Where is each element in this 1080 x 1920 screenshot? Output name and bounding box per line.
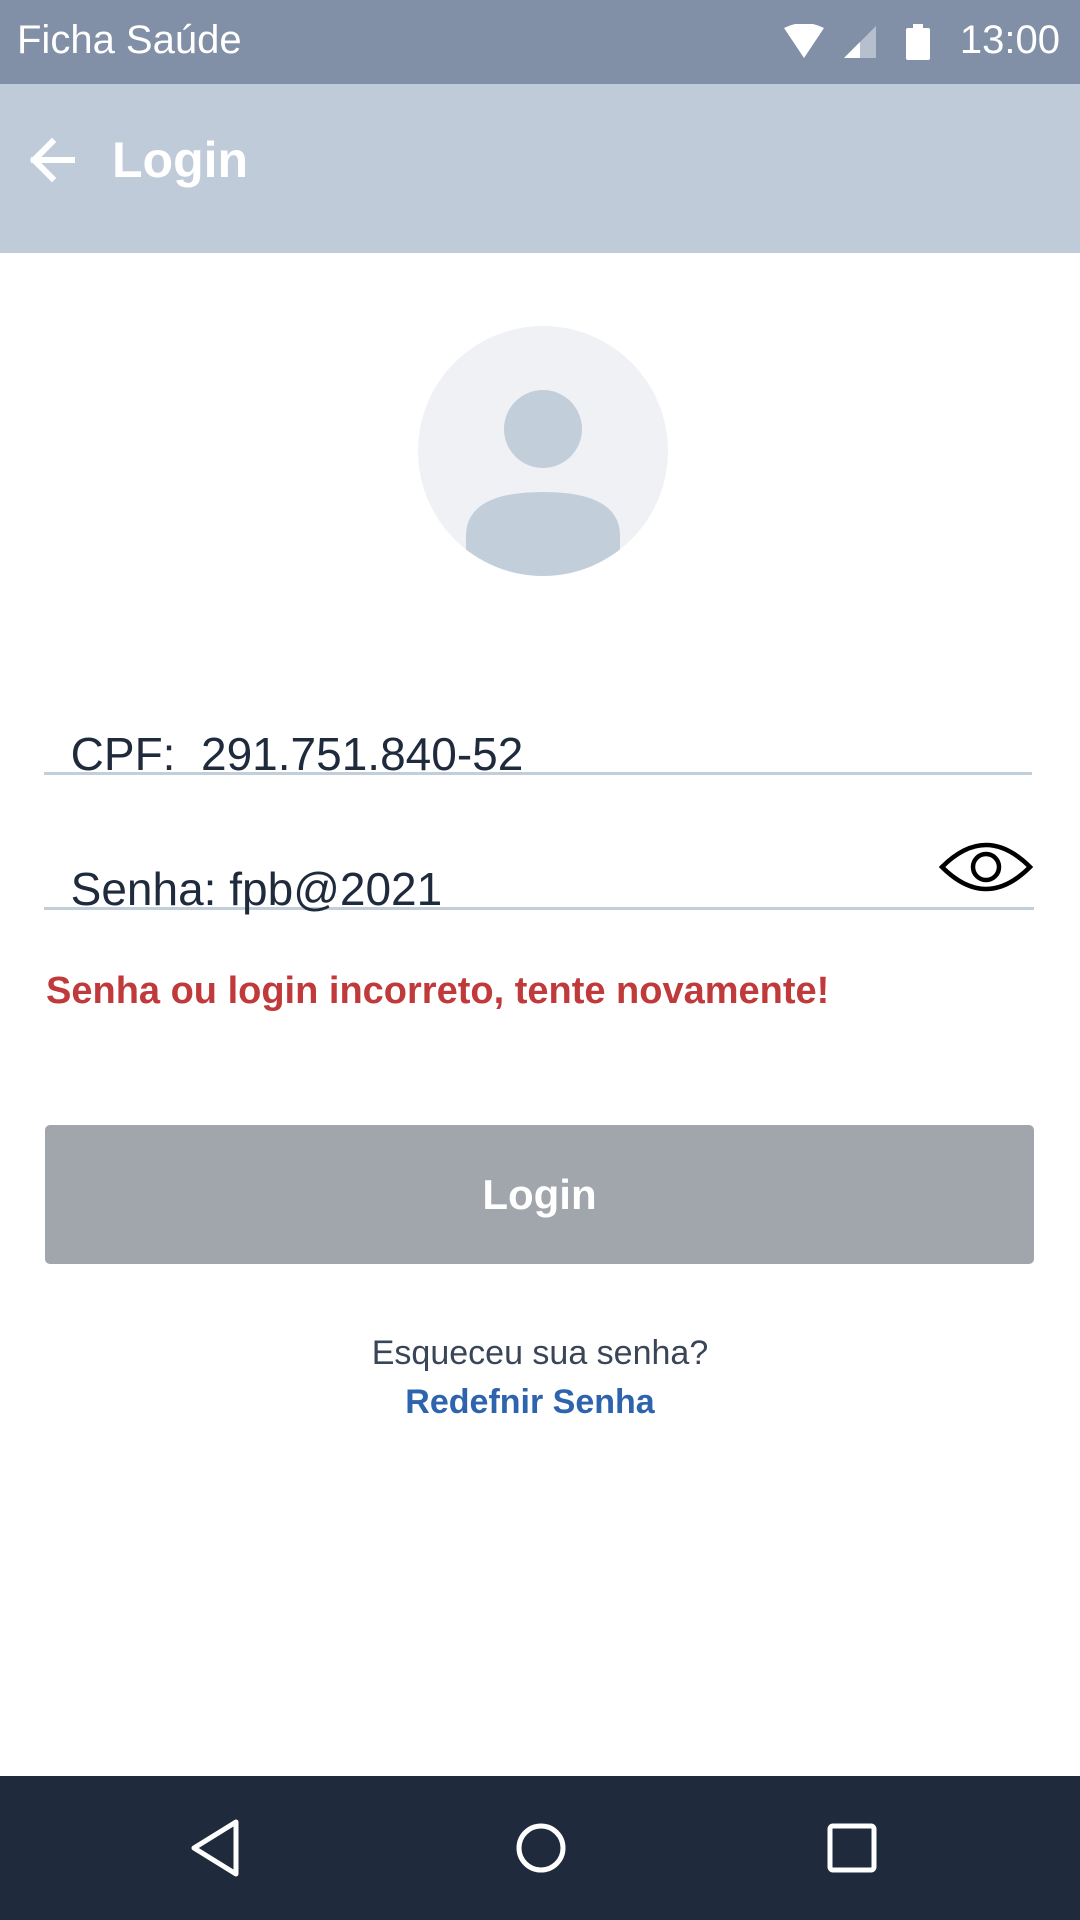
password-spacer: [216, 853, 229, 925]
error-message: Senha ou login incorreto, tente novament…: [46, 970, 830, 1012]
cpf-input-value[interactable]: 291.751.840-52: [201, 718, 523, 790]
wifi-icon: [784, 24, 824, 58]
avatar: [418, 326, 668, 576]
arrow-left-icon[interactable]: [24, 130, 84, 190]
password-label: Senha:: [70, 863, 217, 915]
page-title: Login: [112, 132, 249, 188]
nav-recents-icon[interactable]: [820, 1816, 884, 1880]
eye-icon[interactable]: [938, 837, 1034, 897]
status-time: 13:00: [959, 18, 1060, 62]
signal-icon: [844, 26, 876, 58]
nav-home-icon[interactable]: [509, 1816, 573, 1880]
reset-password-link[interactable]: Redefnir Senha: [0, 1379, 1060, 1425]
user-placeholder-icon: [466, 390, 620, 576]
password-input-value[interactable]: fpb@2021: [229, 853, 442, 925]
status-bar: Ficha Saúde 13:00: [0, 0, 1080, 84]
app-bar: Login: [0, 84, 1080, 253]
login-screen: Ficha Saúde 13:00 Login CPF: 291.751.840…: [0, 0, 1080, 1920]
battery-icon: [906, 24, 930, 60]
system-nav-bar: [0, 1776, 1080, 1920]
login-button[interactable]: Login: [45, 1125, 1034, 1264]
cpf-field[interactable]: CPF: 291.751.840-52: [44, 700, 1032, 780]
cpf-value: [175, 718, 201, 790]
password-field[interactable]: Senha: fpb@2021: [44, 835, 1034, 915]
forgot-password-text: Esqueceu sua senha?: [371, 1334, 709, 1372]
cpf-label: CPF:: [70, 728, 176, 780]
status-app-name: Ficha Saúde: [17, 18, 242, 62]
nav-back-icon[interactable]: [186, 1816, 250, 1880]
